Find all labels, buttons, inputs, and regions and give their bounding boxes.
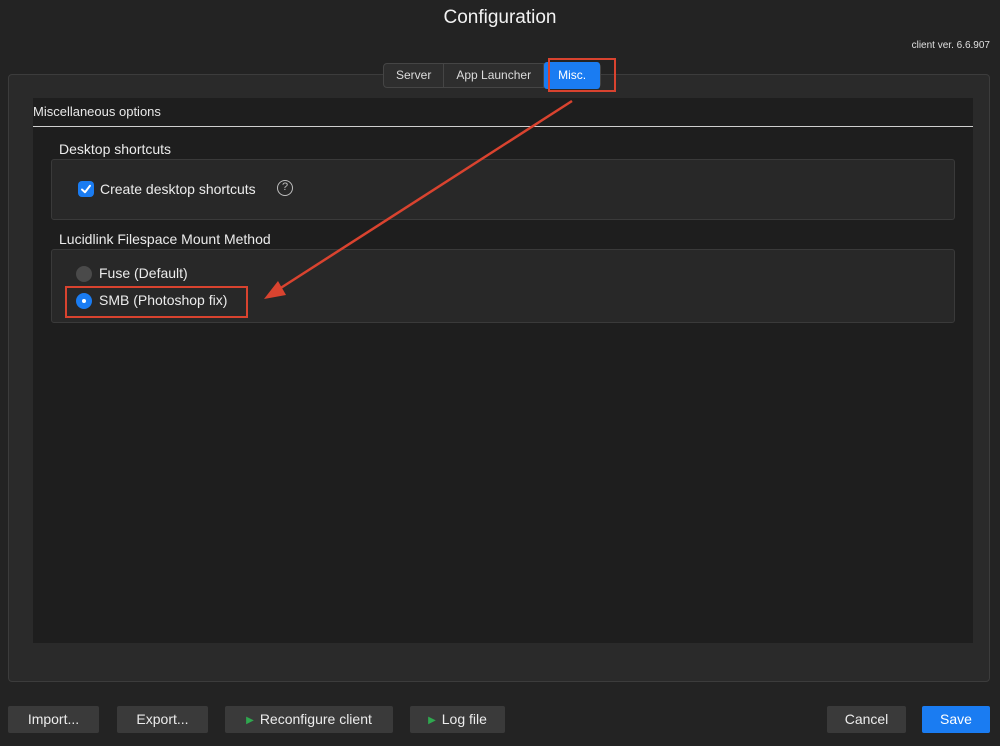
export-button[interactable]: Export... (117, 706, 208, 733)
play-icon: ▶ (246, 715, 254, 726)
play-icon: ▶ (428, 715, 436, 726)
log-file-button[interactable]: ▶ Log file (410, 706, 505, 733)
tab-server[interactable]: Server (384, 64, 445, 87)
reconfigure-client-button[interactable]: ▶ Reconfigure client (225, 706, 393, 733)
radio-fuse-label[interactable]: Fuse (Default) (99, 265, 188, 281)
client-version: client ver. 6.6.907 (911, 40, 990, 51)
import-button[interactable]: Import... (8, 706, 99, 733)
mount-method-group (51, 249, 955, 323)
section-divider (33, 126, 973, 127)
checkmark-icon (81, 184, 91, 194)
import-label: Import... (27, 711, 80, 727)
save-button[interactable]: Save (922, 706, 990, 733)
radio-fuse[interactable] (76, 266, 92, 282)
save-label: Save (940, 711, 972, 727)
reconfigure-label: Reconfigure client (259, 711, 372, 727)
window-title: Configuration (443, 7, 557, 28)
radio-smb-label[interactable]: SMB (Photoshop fix) (99, 292, 227, 308)
desktop-shortcuts-heading: Desktop shortcuts (59, 141, 172, 157)
export-label: Export... (136, 711, 189, 727)
tab-misc[interactable]: Misc. (544, 62, 601, 89)
desktop-shortcuts-label[interactable]: Create desktop shortcuts (100, 181, 256, 197)
radio-smb[interactable] (76, 293, 92, 309)
cancel-button[interactable]: Cancel (827, 706, 906, 733)
cancel-label: Cancel (844, 711, 889, 727)
help-icon[interactable]: ? (277, 180, 293, 196)
log-file-label: Log file (441, 711, 487, 727)
mount-method-heading: Lucidlink Filespace Mount Method (59, 231, 271, 247)
tab-app-launcher[interactable]: App Launcher (444, 64, 545, 87)
desktop-shortcuts-checkbox[interactable] (78, 181, 94, 197)
section-title: Miscellaneous options (33, 104, 161, 119)
tab-bar: Server App Launcher Misc. (383, 62, 602, 89)
